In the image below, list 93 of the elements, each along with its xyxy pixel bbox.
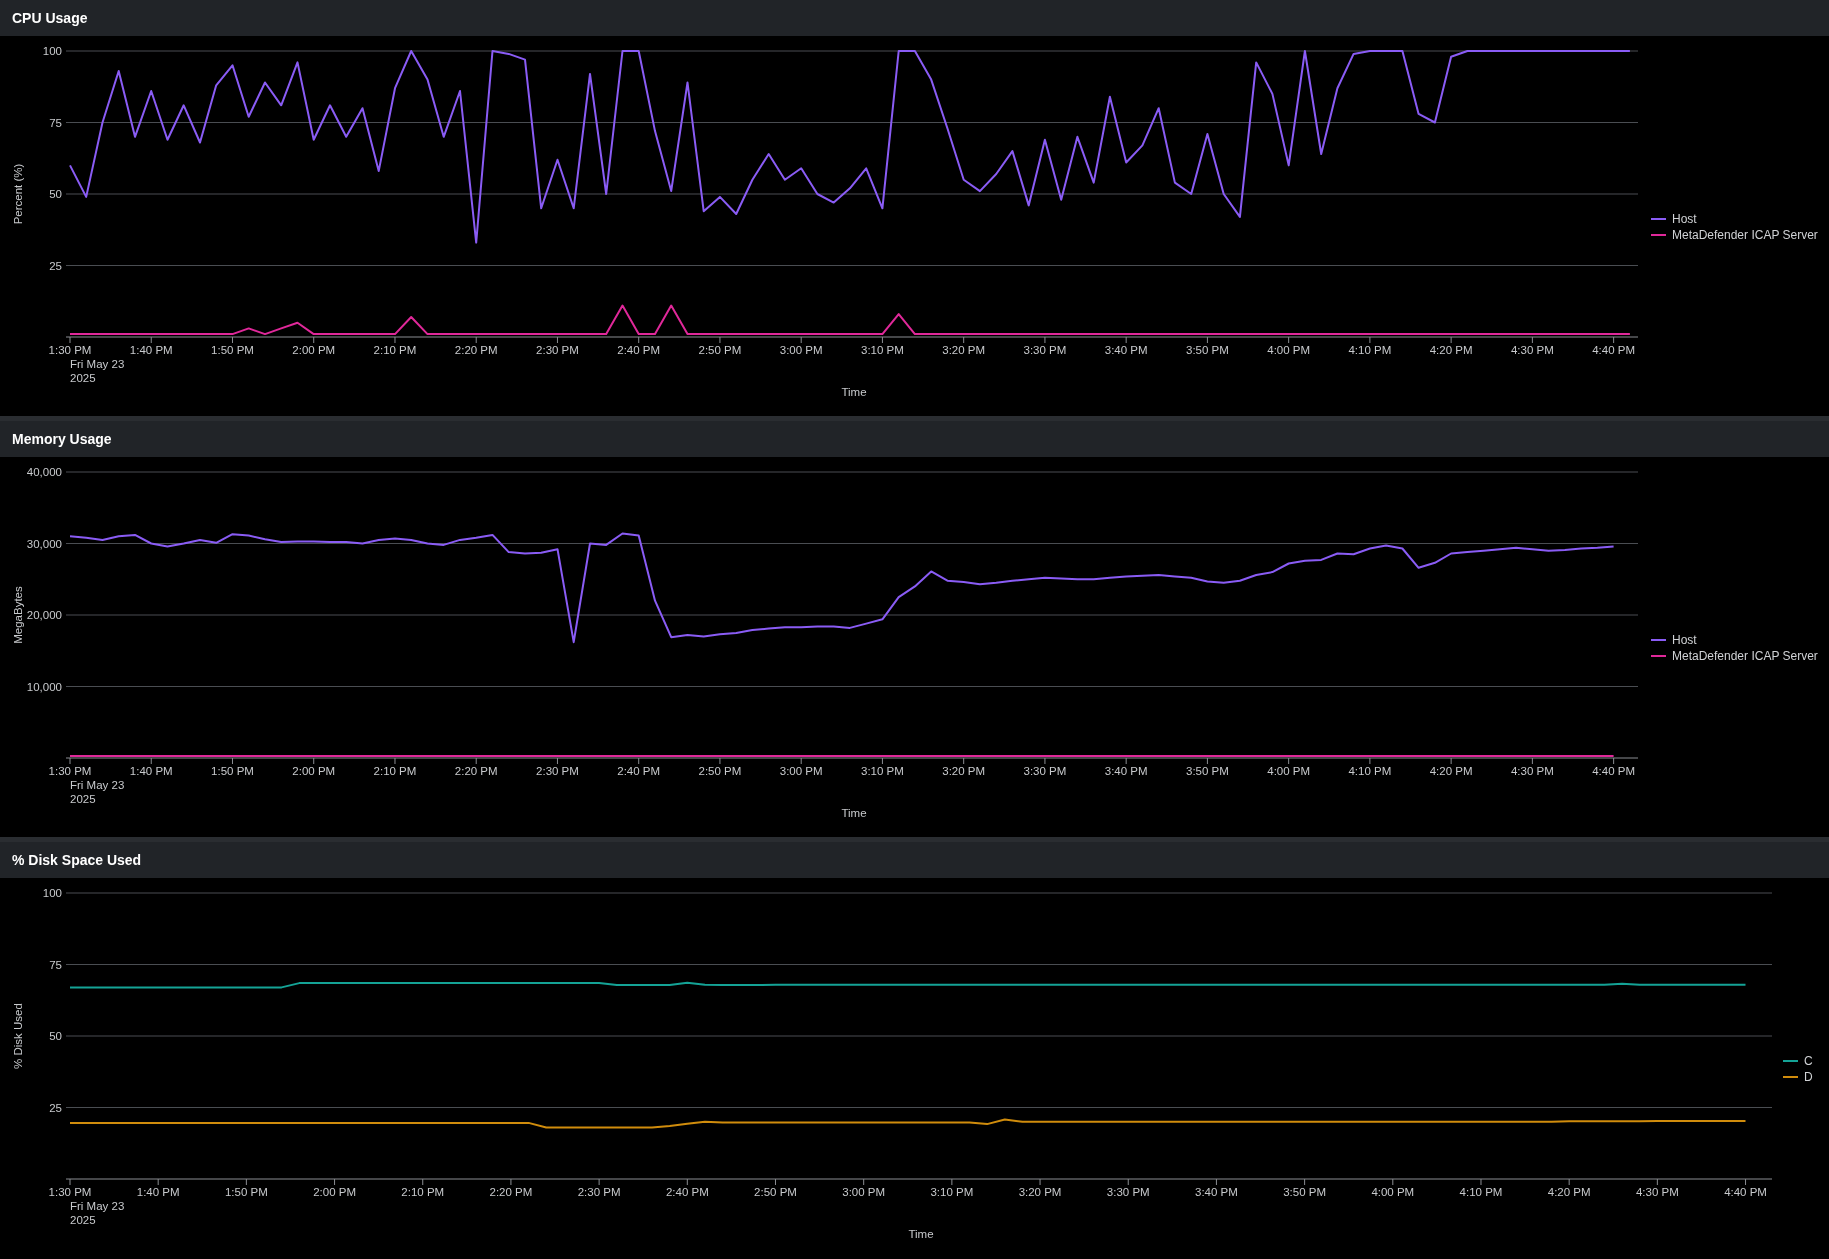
- tick-label: 3:30 PM: [1023, 765, 1067, 777]
- tick-label: 2:30 PM: [536, 344, 579, 356]
- date-label: 2025: [70, 372, 96, 384]
- tick-label: 4:00 PM: [1371, 1186, 1415, 1198]
- tick-label: 3:20 PM: [942, 765, 986, 777]
- tick-label: 75: [49, 958, 62, 971]
- tick-label: 4:20 PM: [1429, 765, 1473, 777]
- tick-label: 2:00 PM: [292, 344, 336, 356]
- tick-label: 2:30 PM: [577, 1186, 621, 1198]
- tick-label: 10,000: [26, 680, 62, 693]
- tick-label: 1:30 PM: [48, 344, 92, 356]
- tick-label: 1:40 PM: [129, 344, 173, 356]
- tick-label: 1:30 PM: [48, 1186, 92, 1198]
- tick-label: 3:00 PM: [842, 1186, 886, 1198]
- tick-label: 2:10 PM: [401, 1186, 445, 1198]
- tick-label: 3:20 PM: [1018, 1186, 1062, 1198]
- tick-label: 2:00 PM: [292, 765, 336, 777]
- tick-label: 2:10 PM: [373, 765, 417, 777]
- legend-label[interactable]: MetaDefender ICAP Server: [1672, 649, 1818, 663]
- tick-label: 4:30 PM: [1510, 765, 1554, 777]
- tick-label: 25: [49, 259, 62, 272]
- axis-title: % Disk Used: [12, 1003, 24, 1069]
- tick-label: 4:40 PM: [1592, 765, 1636, 777]
- legend-label[interactable]: Host: [1672, 212, 1697, 226]
- tick-label: 1:40 PM: [129, 765, 173, 777]
- tick-label: 4:30 PM: [1635, 1186, 1679, 1198]
- axis-title: MegaBytes: [12, 586, 24, 644]
- panel-title: CPU Usage: [12, 10, 88, 26]
- tick-label: 2:50 PM: [754, 1186, 797, 1198]
- tick-label: 2:10 PM: [373, 344, 417, 356]
- tick-label: 3:10 PM: [861, 344, 904, 356]
- tick-label: 2:40 PM: [665, 1186, 709, 1198]
- tick-label: 4:40 PM: [1592, 344, 1636, 356]
- legend-label[interactable]: Host: [1672, 633, 1697, 647]
- legend-label[interactable]: MetaDefender ICAP Server: [1672, 228, 1818, 242]
- axis-title: Time: [841, 807, 867, 819]
- tick-label: 3:30 PM: [1023, 344, 1067, 356]
- tick-label: 3:50 PM: [1283, 1186, 1327, 1198]
- tick-label: 3:40 PM: [1104, 765, 1148, 777]
- tick-label: 3:40 PM: [1104, 344, 1148, 356]
- tick-label: 1:30 PM: [48, 765, 92, 777]
- tick-label: 50: [49, 1030, 62, 1042]
- axis-title: Time: [841, 386, 867, 398]
- tick-label: 3:00 PM: [779, 765, 823, 777]
- panel-title: Memory Usage: [12, 431, 112, 447]
- tick-label: 1:50 PM: [211, 765, 254, 777]
- tick-label: 2:50 PM: [698, 344, 742, 356]
- tick-label: 3:50 PM: [1186, 765, 1229, 777]
- tick-label: 4:30 PM: [1510, 344, 1554, 356]
- tick-label: 4:10 PM: [1348, 765, 1392, 777]
- tick-label: 100: [42, 887, 62, 899]
- tick-label: 30,000: [26, 537, 62, 550]
- axis-title: Time: [908, 1228, 934, 1240]
- tick-label: 1:50 PM: [224, 1186, 268, 1198]
- tick-label: 2:20 PM: [489, 1186, 533, 1198]
- tick-label: 3:30 PM: [1106, 1186, 1150, 1198]
- tick-label: 3:40 PM: [1195, 1186, 1238, 1198]
- legend-label[interactable]: D: [1804, 1070, 1813, 1084]
- date-label: 2025: [70, 793, 96, 805]
- panel-title: % Disk Space Used: [12, 852, 142, 868]
- tick-label: 3:10 PM: [861, 765, 904, 777]
- tick-label: 3:20 PM: [942, 344, 986, 356]
- tick-label: 4:00 PM: [1267, 765, 1311, 777]
- tick-label: 4:40 PM: [1724, 1186, 1767, 1198]
- date-label: 2025: [70, 1214, 96, 1226]
- tick-label: 1:50 PM: [211, 344, 254, 356]
- tick-label: 4:00 PM: [1267, 344, 1311, 356]
- tick-label: 3:10 PM: [930, 1186, 974, 1198]
- date-label: Fri May 23: [70, 779, 125, 791]
- tick-label: 4:20 PM: [1429, 344, 1473, 356]
- tick-label: 25: [49, 1101, 62, 1114]
- tick-label: 2:00 PM: [313, 1186, 356, 1198]
- tick-label: 4:10 PM: [1459, 1186, 1503, 1198]
- tick-label: 3:00 PM: [779, 344, 823, 356]
- tick-label: 4:10 PM: [1348, 344, 1392, 356]
- tick-label: 2:40 PM: [617, 344, 661, 356]
- tick-label: 2:20 PM: [454, 344, 498, 356]
- tick-label: 2:30 PM: [536, 765, 579, 777]
- tick-label: 20,000: [26, 609, 62, 621]
- tick-label: 100: [42, 45, 62, 57]
- tick-label: 4:20 PM: [1547, 1186, 1591, 1198]
- tick-label: 3:50 PM: [1186, 344, 1229, 356]
- tick-label: 75: [49, 116, 62, 129]
- tick-label: 1:40 PM: [136, 1186, 180, 1198]
- date-label: Fri May 23: [70, 1200, 125, 1212]
- axis-title: Percent (%): [12, 163, 24, 225]
- tick-label: 2:40 PM: [617, 765, 661, 777]
- tick-label: 2:20 PM: [454, 765, 498, 777]
- tick-label: 2:50 PM: [698, 765, 742, 777]
- tick-label: 40,000: [26, 466, 62, 478]
- date-label: Fri May 23: [70, 358, 125, 370]
- tick-label: 50: [49, 188, 62, 200]
- legend-label[interactable]: C: [1804, 1054, 1813, 1068]
